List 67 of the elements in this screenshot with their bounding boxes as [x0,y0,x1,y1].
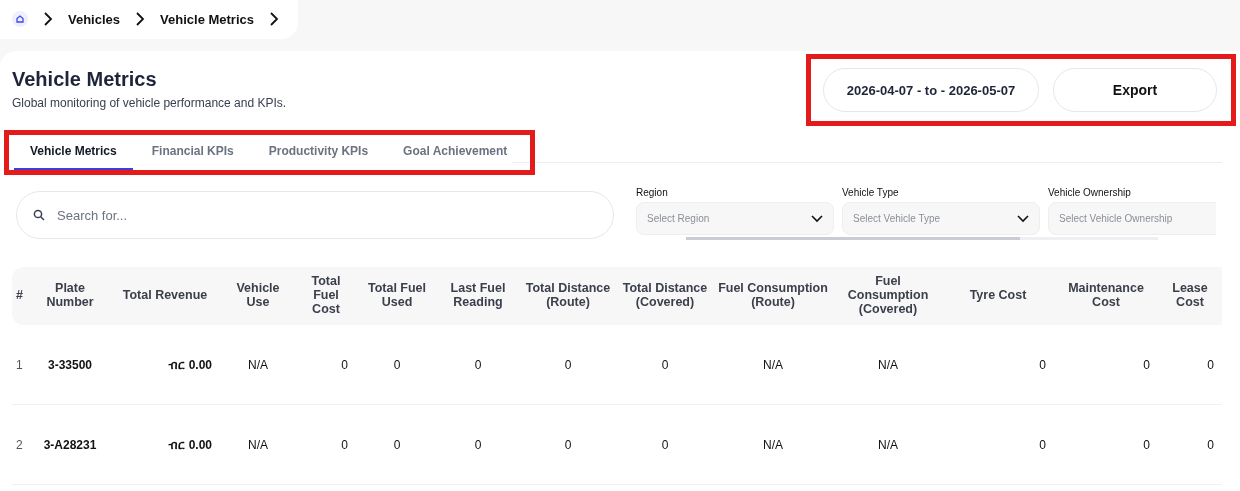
column-header: Total Revenue [110,267,220,325]
column-header: Total Distance (Route) [518,267,618,325]
chevron-down-icon [1017,214,1029,223]
table-cell: 2 [12,404,30,485]
table-cell: 0 [356,325,438,405]
table-cell: 0 [296,325,356,405]
table-cell: 0 [438,325,518,405]
table-cell: ብር 0.00 [110,325,220,405]
column-header: Total Fuel Used [356,267,438,325]
page-subtitle: Global monitoring of vehicle performance and KPIs. [12,96,287,110]
table-cell: 0 [356,404,438,485]
tab[interactable]: Vehicle Metrics [14,135,133,170]
chevron-right-icon [42,12,54,26]
date-range-button[interactable]: 2026-04-07 - to - 2026-05-07 [823,68,1039,112]
table-cell: ብር 0.00 [110,404,220,485]
search-field[interactable]: Search for... [16,191,614,239]
select-field[interactable]: Select Vehicle Type [842,202,1040,235]
table-cell: 0 [942,325,1054,405]
column-header: Plate Number [30,267,110,325]
table-cell: N/A [834,404,942,485]
table-cell: N/A [834,325,942,405]
table-cell: 0 [296,404,356,485]
table-cell: N/A [220,404,296,485]
column-header: Total Distance (Covered) [618,267,712,325]
column-header: Last Fuel Reading [438,267,518,325]
table-cell: 0 [1054,325,1158,405]
page-title: Vehicle Metrics [12,68,158,91]
table-cell: 0 [618,404,712,485]
table-cell: N/A [712,404,834,485]
breadcrumb-item[interactable]: Vehicle Metrics [160,11,254,27]
chevron-right-icon [268,12,280,26]
table-cell: 3-33500 [30,325,110,405]
table-cell: N/A [220,325,296,405]
tab[interactable]: Financial KPIs [135,135,250,170]
scrollbar[interactable] [686,237,1158,240]
table-cell: 0 [438,404,518,485]
table-cell: N/A [712,325,834,405]
search-icon [33,209,45,221]
tab[interactable]: Productivity KPIs [252,135,385,170]
table-cell: 0 [1158,325,1222,405]
column-header: Maintenance Cost [1054,267,1158,325]
tab[interactable]: Goal Achievement [387,135,524,170]
filter-label: Region [636,187,669,198]
table-cell: 0 [618,325,712,405]
filter-label: Vehicle Ownership [1048,187,1132,198]
chevron-right-icon [134,12,147,26]
column-header: # [12,267,30,325]
table-cell: 0 [518,404,618,485]
chevron-down-icon [811,214,823,223]
filter-label: Vehicle Type [842,187,900,198]
home-icon[interactable] [12,11,28,27]
breadcrumb-item[interactable]: Vehicles [68,11,121,27]
column-header: Tyre Cost [942,267,1054,325]
column-header: Fuel Consumption (Covered) [834,267,942,325]
select-field[interactable]: Select Region [636,202,834,235]
column-header: Total Fuel Cost [296,267,356,325]
select-field[interactable]: Select Vehicle Ownership [1048,202,1216,235]
table-cell: 0 [1158,404,1222,485]
table-cell: 0 [518,325,618,405]
table-cell: 1 [12,325,30,405]
table-cell: 0 [942,404,1054,485]
table-cell: 3-A28231 [30,404,110,485]
column-header: Lease Cost [1158,267,1222,325]
column-header: Fuel Consumption (Route) [712,267,834,325]
export-button[interactable]: Export [1053,68,1217,112]
column-header: Vehicle Use [220,267,296,325]
table-cell: 0 [1054,404,1158,485]
